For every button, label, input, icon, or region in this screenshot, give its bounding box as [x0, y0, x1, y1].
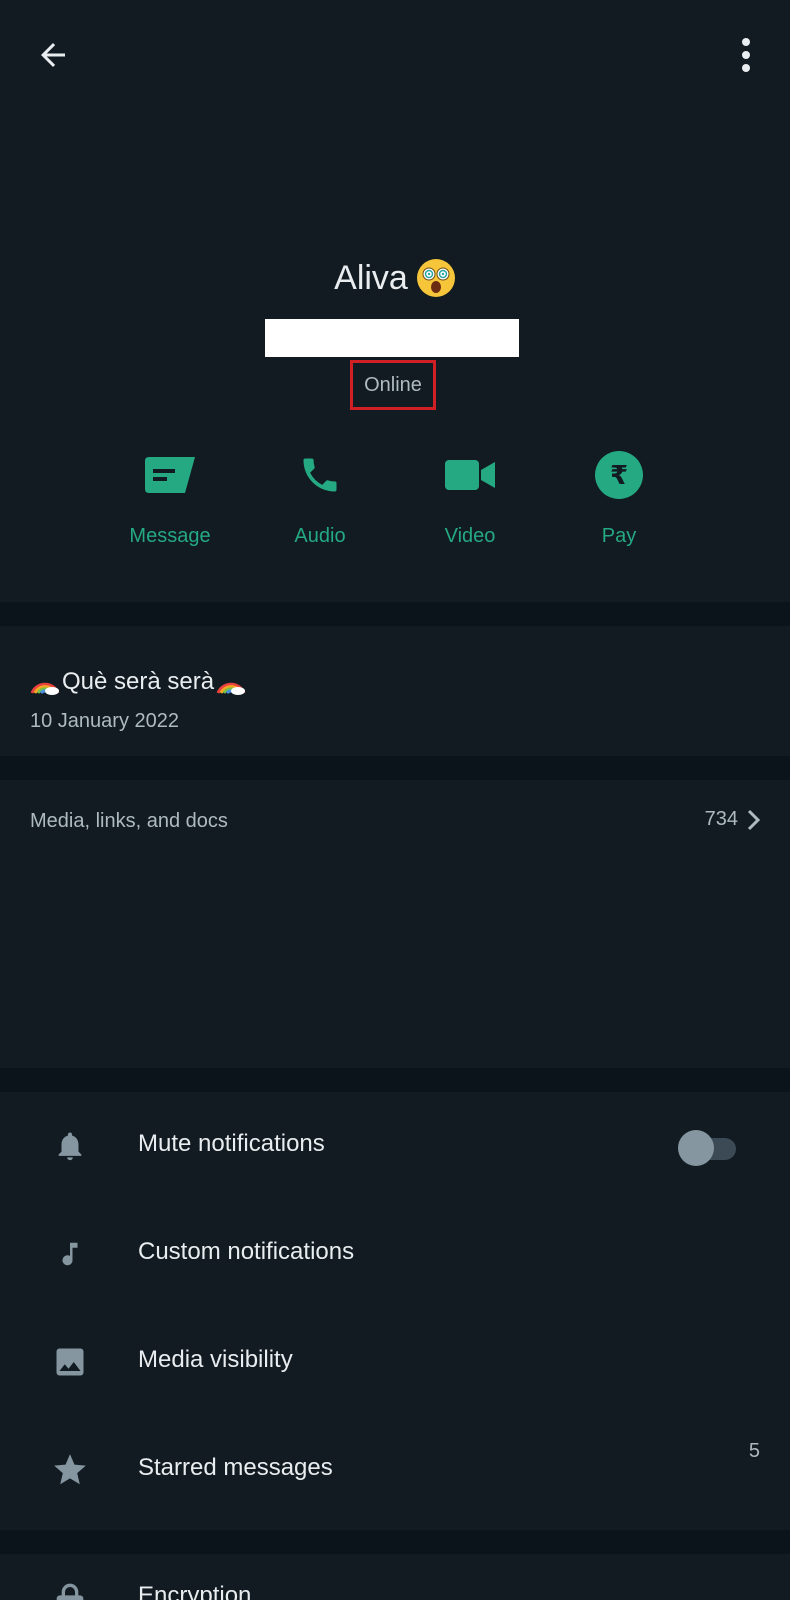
- media-visibility-label: Media visibility: [138, 1346, 293, 1373]
- pay-button[interactable]: ₹ Pay: [554, 445, 684, 565]
- mute-notifications-row[interactable]: Mute notifications: [0, 1092, 790, 1200]
- contact-info-screen: Aliva Online Message Audio Video ₹ Pay Q…: [0, 0, 790, 1600]
- settings-section: Mute notifications Custom notifications …: [0, 1092, 790, 1530]
- mute-notifications-label: Mute notifications: [138, 1130, 325, 1157]
- about-date: 10 January 2022: [30, 710, 180, 732]
- audio-label: Audio: [294, 525, 346, 547]
- rainbow-emoji-icon: [30, 682, 60, 695]
- profile-header: Aliva Online: [0, 250, 790, 410]
- redacted-phone-number: [265, 319, 519, 357]
- media-count-link[interactable]: 734: [705, 808, 760, 831]
- more-vertical-icon: [742, 38, 750, 72]
- arrow-left-icon: [41, 43, 65, 67]
- message-action-button[interactable]: Message: [105, 445, 235, 565]
- status-highlight: Online: [350, 360, 436, 410]
- about-text: Què serà serà: [62, 668, 215, 695]
- pay-label: Pay: [601, 525, 637, 547]
- message-label: Message: [129, 525, 211, 547]
- toggle-knob: [678, 1130, 714, 1166]
- message-icon: [145, 457, 195, 493]
- about-text-row: Què serà serà: [30, 668, 246, 696]
- image-icon: [56, 1348, 84, 1376]
- chevron-right-icon: [747, 809, 760, 830]
- section-divider: [0, 1068, 790, 1092]
- section-divider: [0, 602, 790, 626]
- starred-messages-row[interactable]: Starred messages 5: [0, 1416, 790, 1524]
- media-section: Media, links, and docs 734: [0, 780, 790, 1068]
- section-divider: [0, 756, 790, 780]
- media-count: 734: [704, 808, 738, 830]
- audio-call-button[interactable]: Audio: [255, 445, 385, 565]
- custom-notifications-label: Custom notifications: [138, 1238, 355, 1265]
- back-button[interactable]: [28, 30, 78, 80]
- media-visibility-row[interactable]: Media visibility: [0, 1308, 790, 1416]
- starred-messages-label: Starred messages: [138, 1454, 333, 1481]
- video-label: Video: [444, 525, 496, 547]
- about-section[interactable]: Què serà serà 10 January 2022: [0, 626, 790, 756]
- mute-notifications-toggle[interactable]: [678, 1130, 738, 1166]
- dizzy-face-emoji-icon: [416, 259, 455, 297]
- bell-icon: [58, 1132, 82, 1161]
- encryption-label: Encryption: [138, 1582, 252, 1600]
- video-call-button[interactable]: Video: [405, 445, 535, 565]
- contact-name-row: Aliva: [334, 250, 456, 306]
- top-bar: [0, 0, 790, 110]
- custom-notifications-row[interactable]: Custom notifications: [0, 1200, 790, 1308]
- section-divider: [0, 1530, 790, 1554]
- music-note-icon: [62, 1242, 78, 1266]
- action-buttons: Message Audio Video ₹ Pay: [0, 445, 790, 565]
- contact-name: Aliva: [334, 258, 408, 297]
- encryption-row[interactable]: Encryption: [0, 1554, 790, 1600]
- presence-status: Online: [364, 373, 422, 396]
- starred-count: 5: [748, 1440, 760, 1462]
- star-icon: [54, 1454, 86, 1485]
- rainbow-emoji-icon: [216, 682, 246, 695]
- phone-icon: [303, 458, 337, 492]
- lock-icon: [56, 1583, 84, 1600]
- svg-text:₹: ₹: [610, 461, 628, 491]
- media-links-docs-title[interactable]: Media, links, and docs: [30, 810, 228, 833]
- rupee-icon: ₹: [595, 451, 643, 499]
- more-options-button[interactable]: [726, 30, 766, 80]
- video-icon: [445, 460, 495, 490]
